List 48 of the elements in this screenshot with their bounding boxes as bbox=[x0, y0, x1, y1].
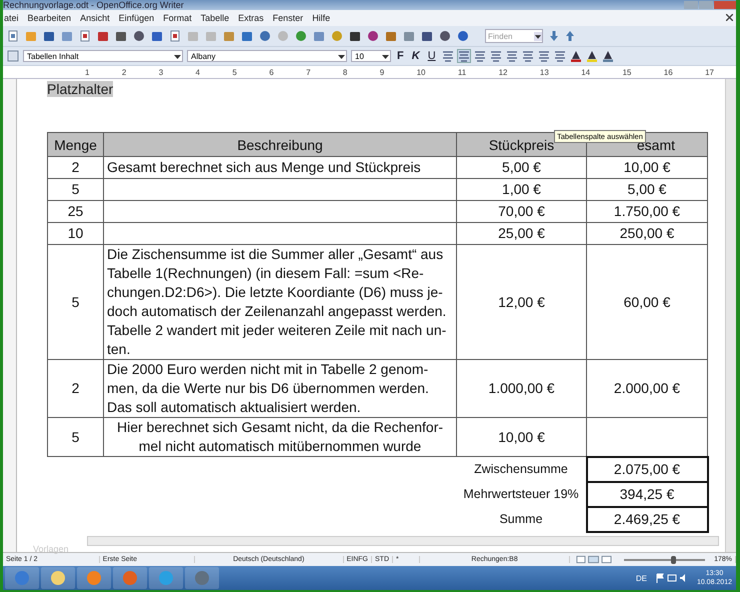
ruler-number: 4 bbox=[196, 68, 200, 76]
table-cell: Die Zischensumme ist die Summer aller „Gesamt“ aus Tabelle 1(Rechnungen) (in diesem Fall: =sum <Re- chungen.D2:D6>). Die letzte Koordiante (D6) muss je- doch automatisch der Zeilenanzahl angepasst werden. Tabelle 2 wandert mit jeder weiteren Zeile mit nach un- ten. bbox=[107, 245, 446, 359]
table-cell: 1.750,00 € bbox=[614, 202, 680, 221]
summary-value: 394,25 € bbox=[586, 482, 708, 506]
table-cell: 10,00 € bbox=[624, 158, 670, 177]
summary-label: Mehrwertsteuer 19% bbox=[463, 486, 579, 500]
table-cell: 10,00 € bbox=[498, 428, 545, 446]
table-cell: 5,00 € bbox=[628, 180, 666, 199]
ruler-number: 8 bbox=[342, 68, 348, 76]
summary-label: Summe bbox=[499, 512, 543, 526]
ruler-number: 16 bbox=[664, 68, 673, 76]
table-cell: 25,00 € bbox=[498, 224, 545, 243]
table-cell: 5 bbox=[72, 180, 80, 199]
ruler-number: 12 bbox=[498, 68, 508, 76]
summary-value: 2.075,00 € bbox=[586, 456, 708, 482]
ruler-number: 10 bbox=[416, 68, 426, 76]
table-cell: 1,00 € bbox=[502, 180, 541, 199]
table-cell: 5 bbox=[72, 292, 80, 312]
table-cell: 2 bbox=[72, 379, 80, 398]
table-cell: 25 bbox=[68, 202, 84, 221]
table-cell: 12,00 € bbox=[498, 292, 545, 312]
table-cell: 250,00 € bbox=[620, 224, 674, 243]
ruler-number: 17 bbox=[705, 68, 714, 76]
ruler-number: 11 bbox=[458, 68, 466, 76]
ruler-number: 7 bbox=[306, 68, 311, 76]
table-cell: 5 bbox=[72, 428, 80, 446]
ruler-number: 15 bbox=[622, 68, 632, 76]
ruler-number: 6 bbox=[269, 68, 274, 76]
ruler-number: 13 bbox=[540, 68, 549, 76]
table-cell: 2 bbox=[72, 158, 80, 177]
table-cell: 10 bbox=[68, 224, 84, 243]
ruler-number: 5 bbox=[232, 68, 237, 76]
table-cell: Gesamt berechnet sich aus Menge und Stückpreis bbox=[107, 158, 421, 177]
table-cell: 60,00 € bbox=[624, 292, 670, 312]
summary-value: 2.469,25 € bbox=[586, 506, 708, 532]
table-cell: 1.000,00 € bbox=[488, 379, 555, 398]
ruler-number: 1 bbox=[85, 68, 90, 76]
table-cell: 2.000,00 € bbox=[614, 379, 680, 398]
ruler-number: 3 bbox=[158, 68, 164, 76]
table-cell: 5,00 € bbox=[502, 158, 541, 177]
table-cell: Hier berechnet sich Gesamt nicht, da die Rechenfor- mel nicht automatisch mitübernommen wurde bbox=[116, 418, 444, 456]
table-cell: Die 2000 Euro werden nicht mit in Tabelle 2 genom- men, da die Werte nur bis D6 übernommen werden. Das soll automatisch aktualisiert werden. bbox=[107, 360, 429, 417]
ruler-number: 9 bbox=[380, 68, 384, 76]
table-cell: 70,00 € bbox=[498, 202, 545, 221]
ruler-number: 14 bbox=[581, 68, 590, 76]
ruler-number: 2 bbox=[122, 68, 126, 76]
window-title: Rechnungvorlage.odt - OpenOffice.org Writer bbox=[3, 0, 184, 10]
summary-label: Zwischensumme bbox=[474, 462, 568, 476]
